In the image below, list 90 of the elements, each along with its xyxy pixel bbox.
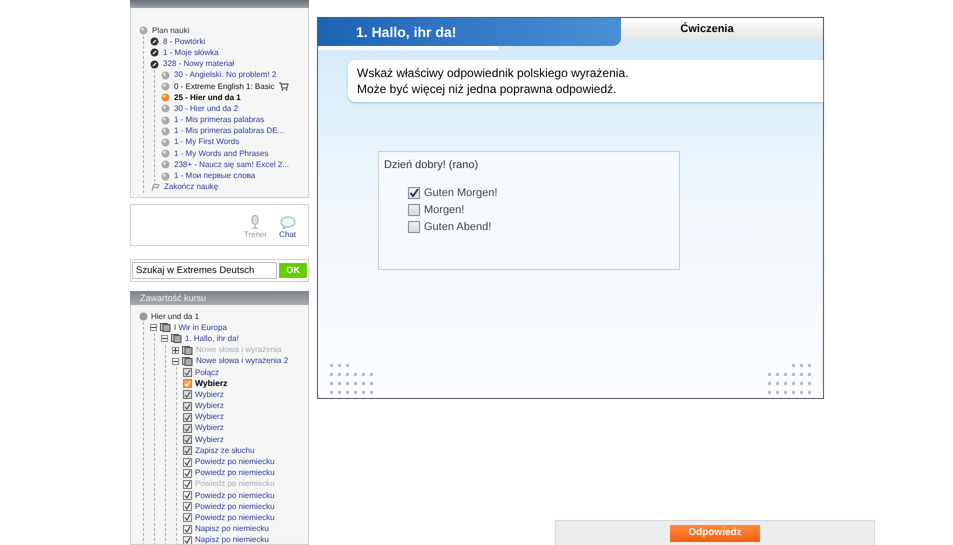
course-tree-item[interactable]: Hier und da 1 [151,312,200,321]
checkbox-icon [183,513,192,522]
checkbox-icon [183,491,192,500]
course-plan-item[interactable]: Zakończ naukę [164,183,218,192]
checkbox-icon [183,480,192,489]
course-tree-item[interactable]: Powiedz po niemiecku [195,502,275,511]
book-icon [182,346,193,355]
option-label: Guten Morgen! [424,188,498,198]
course-tree-item[interactable]: Powiedz po niemiecku [195,458,275,466]
collapse-icon[interactable] [150,324,157,332]
dark-circle-icon [150,48,159,58]
circle-icon [161,138,170,147]
circle-icon [161,172,170,181]
course-plan-item[interactable]: 8 - Powtórki [163,38,206,46]
exercise-icon [183,446,192,456]
checkbox[interactable] [408,187,420,199]
option-label: Morgen! [424,204,464,216]
circle-icon [161,82,170,92]
circle-icon [161,104,170,114]
lesson-title: 1. Hallo, ihr da! [356,25,456,39]
circle-icon [161,93,170,102]
course-plan-item[interactable]: 30 - Hier und da 2 [174,104,238,113]
collapse-icon[interactable] [172,358,179,365]
exercise-icon [183,402,192,411]
dots-decoration-icon [328,362,376,394]
dark-circle-icon [150,37,159,46]
circle-icon [161,160,170,170]
course-plan-item[interactable]: 1 - My Words and Phrases [174,150,269,158]
course-tree-item[interactable]: Wybierz [195,390,224,399]
course-tree-item[interactable]: Połącz [195,368,220,377]
course-tree-item[interactable]: Nowe słowa i wyrażenia 2 [196,357,288,366]
book-icon [160,323,171,332]
exercise-icon [183,412,192,422]
circle-icon [161,70,170,80]
course-plan-item[interactable]: 238+ - Naucz się sam! Excel 2... [174,160,289,169]
checkbox[interactable] [408,221,420,233]
course-tree-item[interactable]: Powiedz po niemiecku [195,469,275,478]
exercise-icon [183,368,192,378]
course-tree-item[interactable]: I Wir in Europa [174,324,227,332]
checkbox-icon [183,458,192,467]
course-tree-item[interactable]: Powiedz po niemiecku [195,492,275,500]
checkbox-icon [183,468,192,478]
checkbox-icon [183,502,192,512]
course-tree-item[interactable]: Wybierz [195,379,228,388]
checkbox[interactable] [408,204,420,216]
course-plan-item[interactable]: Plan nauki [152,26,190,35]
course-plan-item[interactable]: 1 - Mis primeras palabras [174,116,264,124]
circle-icon [161,149,170,158]
dark-circle-icon [150,60,159,69]
course-plan-item[interactable]: 1 - Мои первые слова [174,172,256,180]
exercises-tab[interactable]: Ćwiczenia [621,18,823,40]
chat-button[interactable]: Chat [279,216,296,239]
flag-icon [150,182,160,192]
course-plan-item[interactable]: 25 - Hier und da 1 [174,94,241,102]
course-plan-item[interactable]: 1 - Moje słówka [163,48,219,57]
circle-icon [139,312,148,322]
exercise-icon [183,424,192,433]
course-tree-item[interactable]: Napisz po niemiecku [195,525,269,534]
search-field[interactable]: Szukaj w Extremes Deutsch [132,262,278,279]
microphone-icon [250,215,260,229]
course-tree-item[interactable]: Napisz po niemiecku [195,536,269,544]
book-icon [171,334,182,344]
course-tree-item[interactable]: Zapisz ze słuchu [195,446,255,455]
instruction-text: Wskaż właściwy odpowiednik polskiego wyrażenia. [357,65,630,81]
course-plan-item[interactable]: 0 - Extreme English 1: Basic [174,82,276,91]
book-icon [182,356,193,366]
collapse-icon[interactable] [161,335,168,342]
course-tree-item[interactable]: Powiedz po niemiecku [195,514,275,522]
contents-title: Zawartość kursu [140,294,206,302]
speech-bubble-icon [280,216,296,229]
question-text: Dzień dobry! (rano) [384,158,480,172]
dots-decoration-icon [765,362,813,394]
course-tree-item[interactable]: 1. Hallo, ihr da! [185,334,239,343]
course-tree-item[interactable]: Wybierz [195,413,224,422]
option-label: Guten Abend! [424,222,492,232]
course-plan-item[interactable]: 1 - My First Words [174,138,240,146]
circle-icon [161,126,170,136]
cart-icon[interactable] [279,82,290,92]
exercise-icon [183,379,192,388]
course-tree-item[interactable]: Wybierz [195,424,224,432]
checkbox-icon [183,524,192,534]
course-plan-item[interactable]: 1 - Mis primeras palabras DE... [174,127,284,136]
circle-icon [161,116,170,125]
course-plan-item[interactable]: 328 - Nowy materiał [163,60,234,68]
exercise-icon [183,435,192,444]
instruction-text: Może być więcej niż jedna poprawna odpowiedź. [357,81,618,97]
exercise-icon [183,390,192,400]
course-tree-item[interactable]: Wybierz [195,402,224,410]
course-tree-item[interactable]: Wybierz [195,436,224,444]
course-plan-item[interactable]: 30 - Angielski. No problem! 2 [174,71,276,80]
